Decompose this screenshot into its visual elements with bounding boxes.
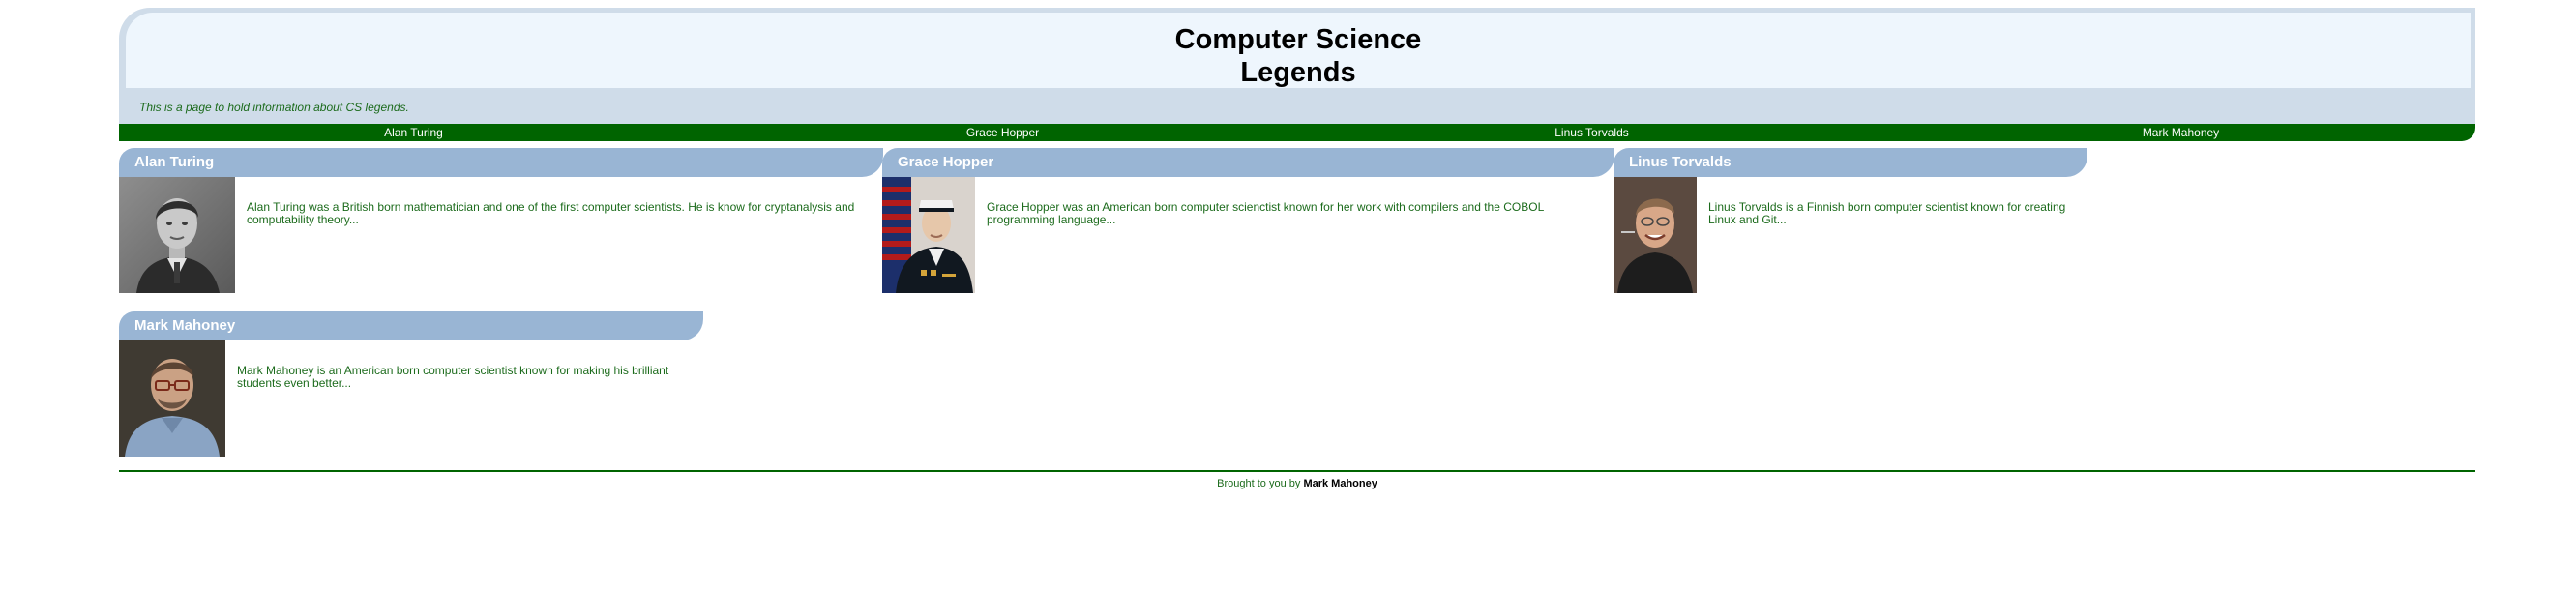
alan-turing-photo: [119, 177, 235, 293]
card-header: Grace Hopper: [882, 148, 1614, 177]
footer-prefix: Brought to you by: [1217, 478, 1301, 489]
nav-link-alan-turing[interactable]: Alan Turing: [119, 124, 708, 141]
grace-hopper-photo: [882, 177, 975, 293]
title-line-2: Legends: [1240, 57, 1356, 88]
page-wrapper: Computer Science Legends This is a page …: [119, 0, 2475, 141]
card-linus-torvalds: Linus Torvalds Linus Torvalds is a Finni…: [1614, 148, 2087, 295]
page-footer: Brought to you by Mark Mahoney: [119, 478, 2475, 489]
card-header: Mark Mahoney: [119, 311, 703, 340]
title-box: Computer Science Legends: [126, 13, 2471, 88]
tagline: This is a page to hold information about…: [139, 101, 409, 114]
title-line-1: Computer Science: [1174, 24, 1422, 55]
card-header: Alan Turing: [119, 148, 883, 177]
page-title: Computer Science Legends: [126, 13, 2471, 89]
nav-link-mark-mahoney[interactable]: Mark Mahoney: [1886, 124, 2475, 141]
card-header: Linus Torvalds: [1614, 148, 2087, 177]
card-description: Alan Turing was a British born mathemati…: [247, 200, 855, 226]
mark-mahoney-photo: [119, 340, 225, 457]
page-header: Computer Science Legends This is a page …: [119, 8, 2475, 124]
card-description: Mark Mahoney is an American born compute…: [237, 364, 669, 390]
nav-link-grace-hopper[interactable]: Grace Hopper: [708, 124, 1297, 141]
linus-torvalds-photo: [1614, 177, 1697, 293]
card-grace-hopper: Grace Hopper Grace Hopper was an America…: [882, 148, 1614, 295]
nav-bar: Alan Turing Grace Hopper Linus Torvalds …: [119, 124, 2475, 141]
footer-divider: [119, 470, 2475, 472]
nav-link-linus-torvalds[interactable]: Linus Torvalds: [1297, 124, 1886, 141]
card-description: Linus Torvalds is a Finnish born compute…: [1708, 200, 2066, 226]
card-description: Grace Hopper was an American born comput…: [987, 200, 1544, 226]
footer-author: Mark Mahoney: [1303, 478, 1377, 489]
card-mark-mahoney: Mark Mahoney Mark Mahoney is an American…: [119, 311, 703, 458]
card-alan-turing: Alan Turing Alan Turing was a British bo…: [119, 148, 883, 295]
